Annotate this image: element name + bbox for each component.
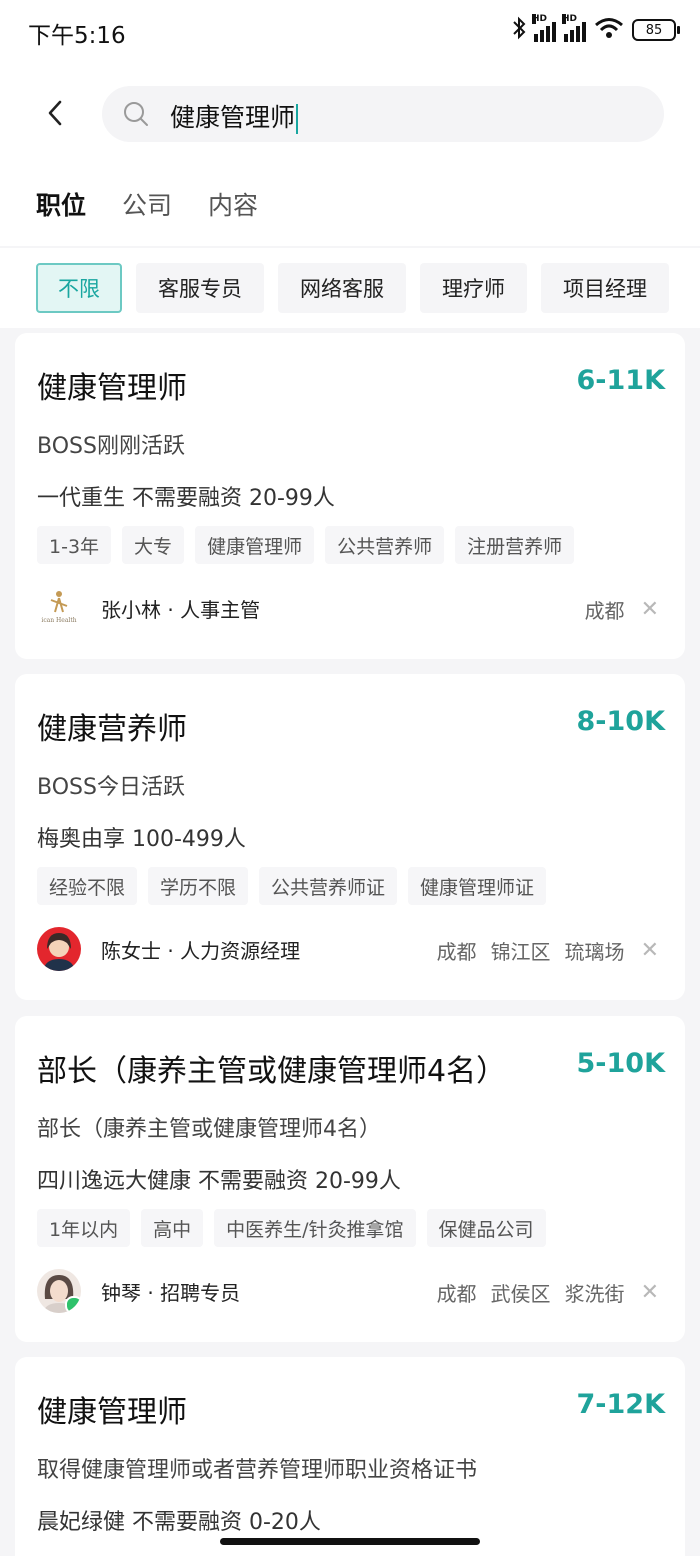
job-description: 取得健康管理师或者营养管理师职业资格证书 <box>37 1458 478 1483</box>
filter-bar: 不限 客服专员 网络客服 理疗师 项目经理 <box>0 248 700 328</box>
company-info: 一代重生 不需要融资 20-99人 <box>37 486 335 511</box>
location-district: 武侯区 <box>490 1282 551 1306</box>
job-title: 健康管理师 <box>37 371 187 406</box>
tab-bar: 职位 公司 内容 <box>36 186 258 222</box>
job-card[interactable]: 健康管理师 6-11K BOSS刚刚活跃 一代重生 不需要融资 20-99人 1… <box>15 333 685 659</box>
recruiter: 钟琴 · 招聘专员 <box>37 1269 240 1313</box>
avatar <box>37 927 81 971</box>
bluetooth-icon <box>512 16 526 45</box>
job-tag: 高中 <box>141 1209 204 1247</box>
location-city: 成都 <box>436 1282 477 1306</box>
job-tags: 1年以内 高中 中医养生/针灸推拿馆 保健品公司 <box>37 1209 546 1247</box>
location-district: 锦江区 <box>490 940 551 964</box>
filter-chip[interactable]: 网络客服 <box>278 263 406 313</box>
job-tags: 1-3年 大专 健康管理师 公共营养师 注册营养师 <box>37 526 575 564</box>
job-tag: 注册营养师 <box>455 526 575 564</box>
signal-icon: HD <box>562 14 586 42</box>
job-description: 部长（康养主管或健康管理师4名） <box>37 1117 381 1142</box>
recruiter: 陈女士 · 人力资源经理 <box>37 927 300 971</box>
job-tag: 1-3年 <box>37 526 112 564</box>
job-title: 部长（康养主管或健康管理师4名） <box>37 1054 507 1089</box>
job-salary: 6-11K <box>576 365 666 396</box>
location-area: 琉璃场 <box>564 940 625 964</box>
job-location: 成都 武侯区 浆洗街 ✕ <box>437 1278 659 1307</box>
job-tag: 公共营养师 <box>325 526 445 564</box>
tab-jobs[interactable]: 职位 <box>36 186 86 222</box>
filter-chip[interactable]: 客服专员 <box>136 263 264 313</box>
close-icon[interactable]: ✕ <box>641 1280 659 1305</box>
company-info: 晨妃绿健 不需要融资 0-20人 <box>37 1510 321 1535</box>
home-indicator[interactable] <box>220 1538 480 1545</box>
job-salary: 7-12K <box>576 1389 666 1420</box>
chevron-left-icon <box>48 100 62 126</box>
filter-chip-unlimited[interactable]: 不限 <box>36 263 122 313</box>
close-icon[interactable]: ✕ <box>641 597 659 622</box>
text-cursor <box>296 104 299 134</box>
recruiter-name: 钟琴 · 招聘专员 <box>101 1280 241 1305</box>
job-card[interactable]: 健康营养师 8-10K BOSS今日活跃 梅奥由享 100-499人 经验不限 … <box>15 674 685 1000</box>
job-tag: 健康管理师证 <box>408 867 547 905</box>
company-logo: ican Health <box>37 586 81 630</box>
search-query[interactable]: 健康管理师 <box>170 98 299 134</box>
status-bar: 下午5:16 HD HD 85 <box>0 0 700 60</box>
job-tag: 学历不限 <box>148 867 249 905</box>
location-city: 成都 <box>436 940 477 964</box>
status-time: 下午5:16 <box>28 23 126 49</box>
recruiter: ican Health 张小林 · 人事主管 <box>37 586 260 630</box>
job-tag: 大专 <box>122 526 185 564</box>
job-tag: 1年以内 <box>37 1209 131 1247</box>
job-card[interactable]: 健康管理师 7-12K 取得健康管理师或者营养管理师职业资格证书 晨妃绿健 不需… <box>15 1357 685 1556</box>
status-icons: HD HD 85 <box>512 14 680 46</box>
recruiter-name: 陈女士 · 人力资源经理 <box>101 938 301 963</box>
job-tag: 经验不限 <box>37 867 138 905</box>
top-header: 下午5:16 HD HD 85 健康管理师 职位 公司 内容 <box>0 0 700 246</box>
location-city: 成都 <box>584 599 625 623</box>
boss-activity: BOSS今日活跃 <box>37 775 185 800</box>
tab-companies[interactable]: 公司 <box>122 186 172 222</box>
job-tags: 经验不限 学历不限 公共营养师证 健康管理师证 <box>37 867 547 905</box>
close-icon[interactable]: ✕ <box>641 938 659 963</box>
filter-chip[interactable]: 理疗师 <box>420 263 527 313</box>
battery-icon: 85 <box>632 19 680 41</box>
company-info: 四川逸远大健康 不需要融资 20-99人 <box>37 1169 401 1194</box>
filter-chip[interactable]: 项目经理 <box>541 263 669 313</box>
job-location: 成都 锦江区 琉璃场 ✕ <box>437 936 659 965</box>
boss-activity: BOSS刚刚活跃 <box>37 434 185 459</box>
search-icon <box>122 100 150 132</box>
job-salary: 5-10K <box>576 1048 666 1079</box>
back-button[interactable] <box>32 90 78 136</box>
recruiter-name: 张小林 · 人事主管 <box>101 597 261 622</box>
job-salary: 8-10K <box>576 706 666 737</box>
job-tag: 健康管理师 <box>195 526 315 564</box>
wifi-icon <box>594 17 624 44</box>
search-input[interactable]: 健康管理师 <box>102 86 664 142</box>
job-tag: 公共营养师证 <box>259 867 398 905</box>
company-info: 梅奥由享 100-499人 <box>37 827 246 852</box>
job-title: 健康管理师 <box>37 1395 187 1430</box>
job-location: 成都 ✕ <box>585 595 659 624</box>
filter-chips: 不限 客服专员 网络客服 理疗师 项目经理 <box>36 263 669 313</box>
avatar <box>37 1269 81 1313</box>
online-status-dot <box>65 1296 81 1313</box>
job-tag: 中医养生/针灸推拿馆 <box>214 1209 416 1247</box>
tab-content[interactable]: 内容 <box>208 186 258 222</box>
job-card[interactable]: 部长（康养主管或健康管理师4名） 5-10K 部长（康养主管或健康管理师4名） … <box>15 1016 685 1342</box>
location-area: 浆洗街 <box>564 1282 625 1306</box>
job-title: 健康营养师 <box>37 712 187 747</box>
job-tag: 保健品公司 <box>426 1209 546 1247</box>
svg-text:ican Health: ican Health <box>41 617 76 624</box>
signal-icon: HD <box>532 14 556 42</box>
